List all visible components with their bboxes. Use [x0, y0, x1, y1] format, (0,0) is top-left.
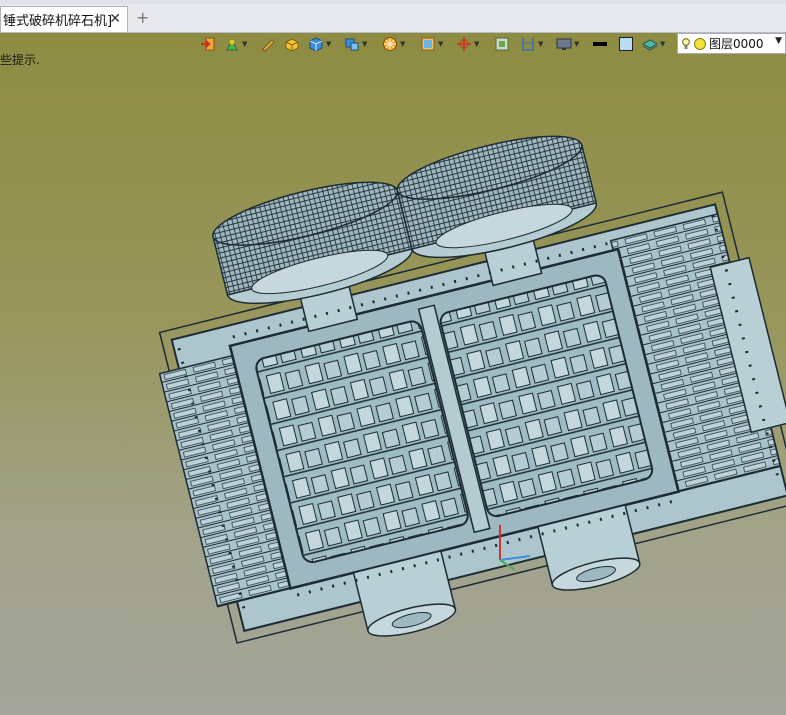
fill-color-icon	[619, 37, 633, 51]
view-button[interactable]	[494, 34, 510, 54]
layer-name: 图层0000	[709, 37, 764, 51]
layer-visible-icon	[694, 37, 706, 50]
view-icon	[495, 37, 509, 51]
chevron-down-icon: ▼	[775, 36, 782, 46]
box-icon	[285, 38, 299, 52]
hammer-crusher-model	[158, 135, 786, 644]
sketch-button[interactable]	[260, 34, 276, 54]
monitor-button[interactable]: ▼	[556, 34, 579, 54]
axis-icon	[457, 37, 471, 51]
display-icon	[226, 37, 238, 51]
image-button[interactable]: ▼	[420, 34, 443, 54]
monitor-icon	[556, 38, 572, 50]
display-mode-button[interactable]: ▼	[224, 34, 247, 54]
add-tab-icon[interactable]: +	[136, 10, 149, 26]
section-icon	[522, 38, 534, 51]
assembly-icon	[345, 38, 359, 51]
layer-manager-icon	[642, 39, 658, 51]
solid-button[interactable]: ▼	[308, 34, 331, 54]
pen-icon	[262, 39, 275, 52]
close-icon[interactable]: ✕	[109, 11, 121, 27]
box-button[interactable]	[284, 34, 300, 54]
tab-bar: 锤式破碎机碎石机] ✕ +	[0, 4, 786, 33]
import-icon	[201, 37, 215, 51]
import-button[interactable]	[200, 34, 216, 54]
layer-manager-button[interactable]: ▼	[642, 34, 665, 54]
render-icon	[383, 37, 397, 51]
line-color-button[interactable]	[592, 34, 608, 54]
lightbulb-icon	[682, 37, 690, 49]
line-color-icon	[593, 42, 607, 46]
axis-button[interactable]: ▼	[456, 34, 479, 54]
render-button[interactable]: ▼	[382, 34, 405, 54]
tab-document[interactable]: 锤式破碎机碎石机] ✕	[0, 6, 128, 32]
layer-dropdown[interactable]: 图层0000 ▼	[677, 33, 786, 54]
section-button[interactable]: ▼	[520, 34, 543, 54]
tab-title: 锤式破碎机碎石机]	[3, 14, 113, 29]
image-icon	[421, 37, 435, 51]
3d-viewport[interactable]	[0, 60, 786, 715]
solid-icon	[309, 37, 323, 52]
fill-color-button[interactable]	[618, 34, 634, 54]
assembly-button[interactable]: ▼	[344, 34, 367, 54]
